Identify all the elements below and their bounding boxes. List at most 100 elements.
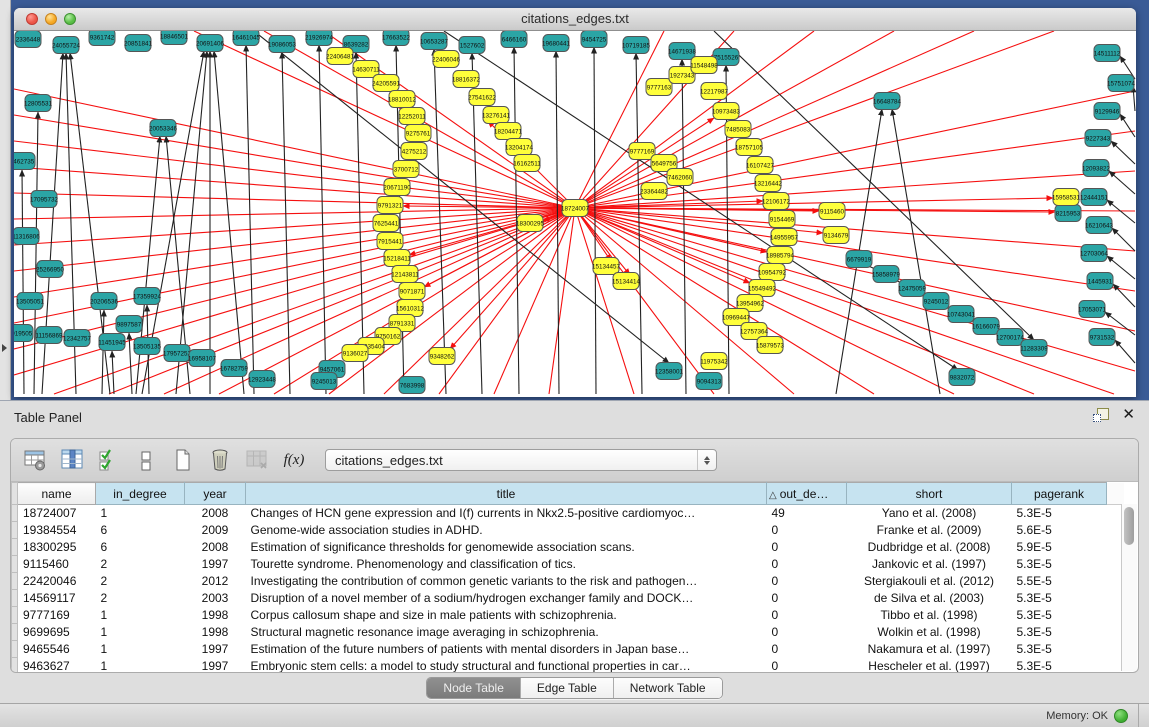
- column-header-name[interactable]: name: [18, 483, 96, 505]
- graph-node[interactable]: 11316806: [14, 228, 40, 245]
- graph-node[interactable]: 9129946: [1094, 103, 1120, 120]
- graph-node[interactable]: 9245013: [311, 373, 337, 390]
- cell-title[interactable]: Corpus callosum shape and size in male p…: [246, 607, 767, 624]
- table-row[interactable]: 1456911722003Disruption of a novel membe…: [12, 590, 1125, 607]
- graph-node[interactable]: 9777163: [646, 79, 672, 96]
- graph-node[interactable]: 2336448: [15, 31, 41, 48]
- graph-node[interactable]: 12106172: [762, 193, 791, 210]
- graph-node[interactable]: 9227343: [1085, 130, 1111, 147]
- graph-node[interactable]: 17663522: [382, 31, 411, 46]
- graph-node[interactable]: 9071871: [399, 283, 425, 300]
- column-header-year[interactable]: year: [185, 483, 246, 505]
- table-vertical-scrollbar[interactable]: [1121, 504, 1137, 671]
- graph-edge[interactable]: [682, 59, 686, 394]
- graph-node[interactable]: 11283309: [1020, 340, 1048, 357]
- network-canvas[interactable]: 2336448240557249361742208518411884650120…: [14, 31, 1136, 397]
- cell-out_degree[interactable]: 49: [767, 505, 847, 522]
- cell-year[interactable]: 2008: [185, 505, 246, 522]
- graph-node[interactable]: 9245012: [923, 293, 949, 310]
- create-column-button[interactable]: [169, 446, 197, 474]
- cell-pagerank[interactable]: 5.3E-5: [1012, 556, 1107, 573]
- column-header-in_degree[interactable]: in_degree: [96, 483, 185, 505]
- column-header-pagerank[interactable]: pagerank: [1012, 483, 1107, 505]
- cell-title[interactable]: Genome-wide association studies in ADHD.: [246, 522, 767, 539]
- graph-edge[interactable]: [450, 208, 575, 349]
- graph-node[interactable]: 9136027: [342, 345, 368, 362]
- graph-node[interactable]: 23364482: [640, 183, 669, 200]
- cell-in_degree[interactable]: 1: [96, 505, 185, 522]
- cell-name[interactable]: 18300295: [18, 539, 96, 556]
- graph-node[interactable]: 12805531: [24, 95, 53, 112]
- table-mode-button[interactable]: [21, 446, 49, 474]
- graph-node[interactable]: 11451945: [98, 334, 126, 351]
- graph-node[interactable]: 12358001: [655, 363, 684, 380]
- graph-edge[interactable]: [34, 112, 38, 394]
- cell-title[interactable]: Changes of HCN gene expression and I(f) …: [246, 505, 767, 522]
- graph-node[interactable]: 16648784: [873, 93, 902, 110]
- tab-node-table[interactable]: Node Table: [427, 678, 521, 698]
- left-panel-edge[interactable]: [0, 0, 11, 400]
- graph-edge[interactable]: [282, 52, 290, 394]
- graph-node[interactable]: 10954792: [758, 264, 787, 281]
- graph-node[interactable]: 18810012: [388, 91, 417, 108]
- graph-edge[interactable]: [549, 208, 575, 394]
- graph-node[interactable]: 12093822: [1082, 160, 1111, 177]
- graph-node[interactable]: 16166079: [972, 318, 1001, 335]
- table-row[interactable]: 946554611997Estimation of the future num…: [12, 641, 1125, 658]
- graph-node[interactable]: 20851841: [124, 35, 153, 52]
- cell-short[interactable]: Hescheler et al. (1997): [847, 658, 1012, 674]
- panel-expand-arrow-icon[interactable]: [2, 344, 7, 352]
- graph-node[interactable]: 27541622: [468, 89, 497, 106]
- graph-node[interactable]: 7683998: [399, 377, 425, 394]
- graph-node[interactable]: 13276141: [482, 107, 511, 124]
- cell-year[interactable]: 1997: [185, 641, 246, 658]
- graph-node[interactable]: 14511112: [1094, 45, 1121, 62]
- cell-name[interactable]: 9699695: [18, 624, 96, 641]
- cell-out_degree[interactable]: 0: [767, 641, 847, 658]
- graph-node[interactable]: 9094313: [696, 373, 722, 390]
- graph-node[interactable]: 3700712: [393, 161, 419, 178]
- graph-edge[interactable]: [1115, 340, 1135, 363]
- cell-in_degree[interactable]: 1: [96, 641, 185, 658]
- graph-node[interactable]: 15610312: [396, 300, 425, 317]
- graph-node[interactable]: 15134457: [592, 258, 621, 275]
- column-header-title[interactable]: title: [246, 483, 767, 505]
- graph-edge[interactable]: [575, 208, 1135, 371]
- graph-node[interactable]: 9919505: [14, 325, 33, 342]
- graph-node[interactable]: 9134679: [823, 227, 849, 244]
- column-visibility-button[interactable]: [58, 446, 86, 474]
- cell-title[interactable]: Disruption of a novel member of a sodium…: [246, 590, 767, 607]
- graph-node[interactable]: 16107427: [746, 157, 775, 174]
- cell-pagerank[interactable]: 5.5E-5: [1012, 573, 1107, 590]
- graph-edge[interactable]: [1109, 171, 1135, 194]
- graph-node[interactable]: 13505135: [133, 338, 162, 355]
- memory-indicator[interactable]: Memory: OK: [1046, 704, 1139, 727]
- cell-short[interactable]: Stergiakouli et al. (2012): [847, 573, 1012, 590]
- graph-edge[interactable]: [246, 45, 254, 394]
- cell-short[interactable]: Franke et al. (2009): [847, 522, 1012, 539]
- graph-edge[interactable]: [444, 31, 958, 370]
- graph-node[interactable]: 9777169: [629, 143, 655, 160]
- graph-node[interactable]: 14955957: [770, 229, 799, 246]
- graph-node[interactable]: 14671938: [668, 43, 697, 60]
- graph-node[interactable]: 15218411: [383, 250, 411, 267]
- graph-node[interactable]: 12700174: [996, 329, 1025, 346]
- graph-edge[interactable]: [14, 141, 575, 208]
- cell-in_degree[interactable]: 6: [96, 539, 185, 556]
- graph-node[interactable]: 6679919: [846, 251, 872, 268]
- graph-node[interactable]: 16782759: [220, 360, 249, 377]
- tab-network-table[interactable]: Network Table: [614, 678, 722, 698]
- graph-node[interactable]: 12703064: [1080, 245, 1109, 262]
- cell-out_degree[interactable]: 0: [767, 573, 847, 590]
- cell-name[interactable]: 19384554: [18, 522, 96, 539]
- graph-node[interactable]: 15958531: [1052, 189, 1081, 206]
- graph-node[interactable]: 9897587: [116, 316, 142, 333]
- graph-node[interactable]: 24055724: [52, 37, 81, 54]
- graph-node[interactable]: 17359924: [133, 288, 162, 305]
- cell-out_degree[interactable]: 0: [767, 522, 847, 539]
- cell-out_degree[interactable]: 0: [767, 607, 847, 624]
- graph-node[interactable]: 11975342: [700, 353, 728, 370]
- graph-node[interactable]: 20691406: [196, 35, 225, 52]
- graph-edge[interactable]: [14, 193, 575, 208]
- graph-node[interactable]: 11548498: [690, 57, 718, 74]
